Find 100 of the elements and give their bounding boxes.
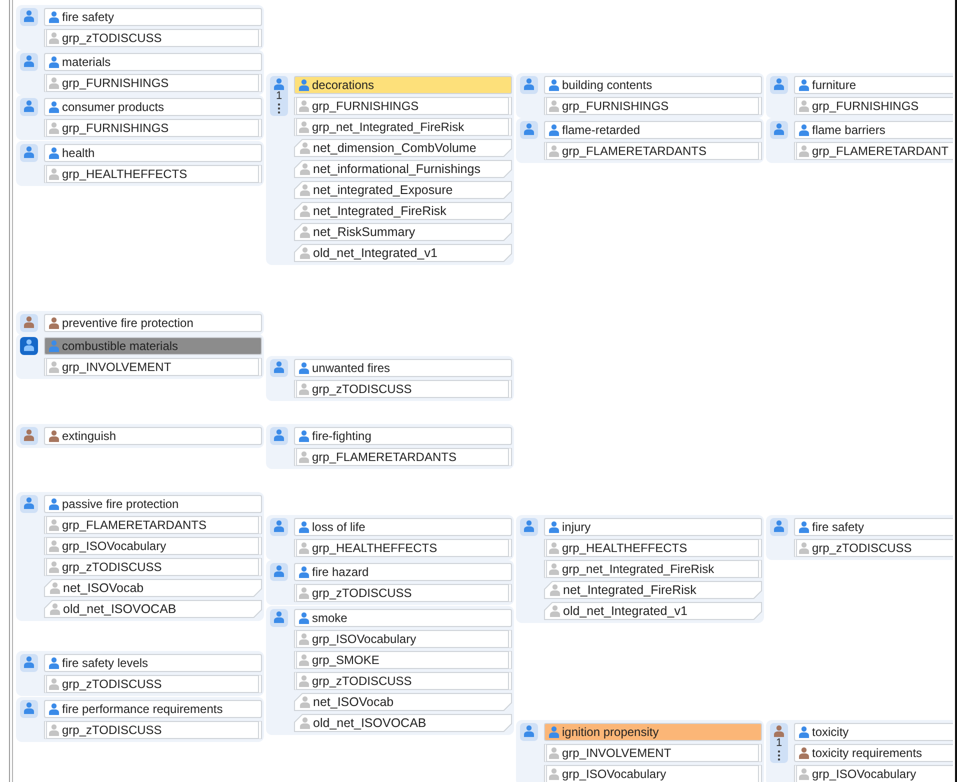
concept-item[interactable]: materials [44, 53, 262, 71]
node-tile[interactable] [20, 144, 38, 162]
person-icon [300, 142, 310, 154]
group-item[interactable]: grp_FURNISHINGS [544, 97, 762, 115]
group-item[interactable]: grp_zTODISCUSS [44, 675, 262, 693]
node-tile[interactable] [520, 76, 538, 94]
group-item[interactable]: grp_HEALTHEFFECTS [544, 539, 762, 557]
concept-item[interactable]: toxicity [794, 723, 953, 741]
node-tile[interactable] [20, 53, 38, 71]
concept-item[interactable]: ignition propensity [544, 723, 762, 741]
group-item[interactable]: grp_zTODISCUSS [44, 721, 262, 739]
group-item[interactable]: grp_ISOVocabulary [544, 765, 762, 782]
concept-item[interactable]: extinguish [44, 427, 262, 445]
group-item[interactable]: grp_FLAMERETARDANT [794, 142, 953, 160]
concept-item[interactable]: toxicity requirements [794, 744, 953, 762]
group-item[interactable]: grp_zTODISCUSS [294, 584, 512, 602]
concept-item[interactable]: flame-retarded [544, 121, 762, 139]
concept-item[interactable]: preventive fire protection [44, 314, 262, 332]
person-icon [299, 362, 309, 374]
group-item[interactable]: grp_FURNISHINGS [294, 97, 512, 115]
node-tile[interactable] [270, 359, 288, 377]
network-item[interactable]: net_Integrated_FireRisk [544, 581, 762, 599]
person-icon [299, 587, 309, 599]
concept-item[interactable]: fire safety [44, 8, 262, 26]
concept-item[interactable]: combustible materials [44, 337, 262, 355]
group-item[interactable]: grp_FLAMERETARDANTS [294, 448, 512, 466]
node-tile[interactable] [270, 563, 288, 581]
node-tile[interactable] [20, 495, 38, 513]
concept-item[interactable]: smoke [294, 609, 512, 627]
group-item[interactable]: grp_INVOLVEMENT [544, 744, 762, 762]
person-icon [300, 247, 310, 259]
concept-item[interactable]: building contents [544, 76, 762, 94]
group-item[interactable]: grp_net_Integrated_FireRisk [544, 560, 762, 578]
network-item[interactable]: net_ISOVocab [44, 579, 262, 597]
concept-item[interactable]: consumer products [44, 98, 262, 116]
person-icon [24, 339, 34, 351]
node-tile[interactable] [520, 723, 538, 741]
concept-item[interactable]: injury [544, 518, 762, 536]
node-tile[interactable] [20, 337, 38, 355]
network-item[interactable]: net_dimension_CombVolume [294, 139, 512, 157]
group-item[interactable]: grp_FURNISHINGS [794, 97, 953, 115]
concept-item[interactable]: fire performance requirements [44, 700, 262, 718]
node-tile[interactable]: 1 [270, 76, 288, 116]
node-tile[interactable] [20, 314, 38, 332]
group-item[interactable]: grp_zTODISCUSS [44, 558, 262, 576]
node-tile[interactable] [770, 518, 788, 536]
group-item[interactable]: grp_FLAMERETARDANTS [44, 516, 262, 534]
person-icon [549, 563, 559, 575]
node-tile[interactable] [20, 8, 38, 26]
node-tile[interactable] [20, 427, 38, 445]
group-item[interactable]: grp_SMOKE [294, 651, 512, 669]
concept-item[interactable]: fire safety [794, 518, 953, 536]
concept-item[interactable]: furniture [794, 76, 953, 94]
concept-item[interactable]: fire hazard [294, 563, 512, 581]
network-item[interactable]: old_net_Integrated_v1 [544, 602, 762, 620]
group-item[interactable]: grp_HEALTHEFFECTS [44, 165, 262, 183]
node-tile[interactable] [20, 654, 38, 672]
network-item[interactable]: net_ISOVocab [294, 693, 512, 711]
group-item[interactable]: grp_FLAMERETARDANTS [544, 142, 762, 160]
concept-item[interactable]: fire safety levels [44, 654, 262, 672]
group-item[interactable]: grp_INVOLVEMENT [44, 358, 262, 376]
concept-item[interactable]: decorations [294, 76, 512, 94]
network-item[interactable]: old_net_ISOVOCAB [44, 600, 262, 618]
group-item[interactable]: grp_ISOVocabulary [794, 765, 953, 782]
concept-item[interactable]: fire-fighting [294, 427, 512, 445]
node-tile[interactable] [270, 609, 288, 627]
network-item[interactable]: net_Integrated_FireRisk [294, 202, 512, 220]
person-icon [300, 226, 310, 238]
node-tile[interactable] [270, 427, 288, 445]
group-item[interactable]: grp_zTODISCUSS [294, 672, 512, 690]
group-item[interactable]: grp_zTODISCUSS [794, 539, 953, 557]
concept-item[interactable]: health [44, 144, 262, 162]
concept-item[interactable]: flame barriers [794, 121, 953, 139]
concept-item[interactable]: loss of life [294, 518, 512, 536]
node-tile[interactable] [20, 700, 38, 718]
node-tile[interactable] [520, 121, 538, 139]
concept-item[interactable]: unwanted fires [294, 359, 512, 377]
group-item[interactable]: grp_ISOVocabulary [294, 630, 512, 648]
network-item[interactable]: net_integrated_Exposure [294, 181, 512, 199]
group-item[interactable]: grp_net_Integrated_FireRisk [294, 118, 512, 136]
group-item[interactable]: grp_FURNISHINGS [44, 74, 262, 92]
group-item[interactable]: grp_zTODISCUSS [294, 380, 512, 398]
more-icon[interactable] [777, 750, 781, 761]
node-tile[interactable] [770, 76, 788, 94]
group-item[interactable]: grp_ISOVocabulary [44, 537, 262, 555]
node-tile[interactable]: 1 [770, 723, 788, 763]
concept-item[interactable]: passive fire protection [44, 495, 262, 513]
node-tile[interactable] [520, 518, 538, 536]
network-item[interactable]: net_informational_Furnishings [294, 160, 512, 178]
group-item[interactable]: grp_zTODISCUSS [44, 29, 262, 47]
node-tile[interactable] [20, 98, 38, 116]
network-item[interactable]: old_net_Integrated_v1 [294, 244, 512, 262]
node-tile[interactable] [270, 518, 288, 536]
group-item[interactable]: grp_FURNISHINGS [44, 119, 262, 137]
node-tile[interactable] [770, 121, 788, 139]
network-item[interactable]: net_RiskSummary [294, 223, 512, 241]
person-icon [799, 542, 809, 554]
more-icon[interactable] [277, 103, 281, 114]
group-item[interactable]: grp_HEALTHEFFECTS [294, 539, 512, 557]
network-item[interactable]: old_net_ISOVOCAB [294, 714, 512, 732]
